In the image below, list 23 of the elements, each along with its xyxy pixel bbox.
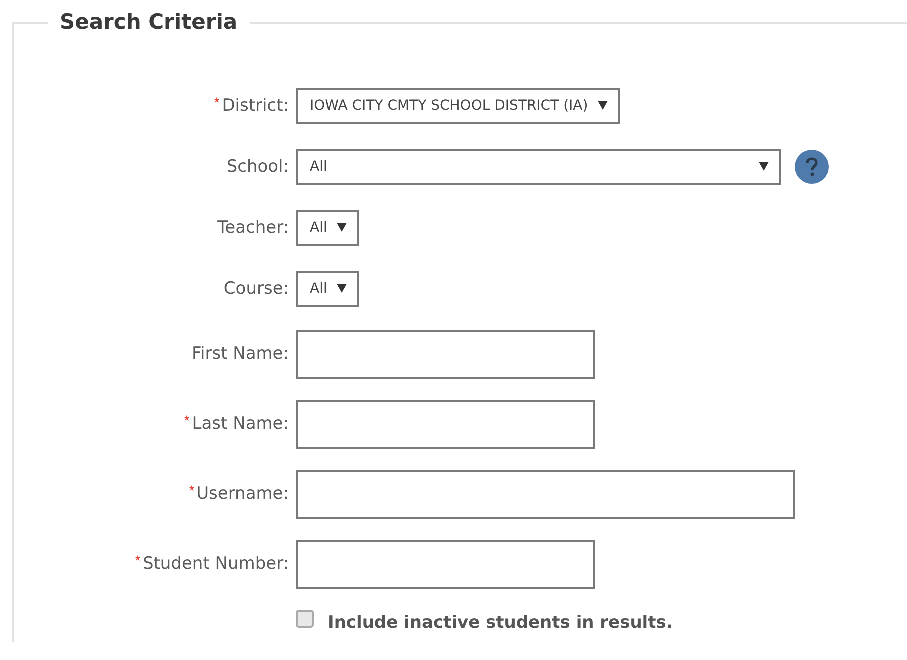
dropdown[interactable]: All <box>296 270 360 306</box>
caret-icon <box>598 101 608 110</box>
caret-icon <box>337 223 348 232</box>
field-label: Teacher: <box>218 218 289 238</box>
text-field[interactable] <box>296 470 795 518</box>
text-field[interactable] <box>296 400 595 448</box>
caret-icon <box>337 284 348 293</box>
field-label: School: <box>226 156 289 176</box>
field-label: Username: <box>196 484 289 504</box>
field-label: Course: <box>224 278 289 298</box>
checkbox[interactable] <box>296 610 314 628</box>
text-field[interactable] <box>296 330 595 378</box>
text-field[interactable] <box>296 540 595 588</box>
field-label: District: <box>222 96 289 116</box>
checkbox-label: Include inactive students in results. <box>328 613 673 633</box>
dropdown[interactable]: All <box>296 210 360 246</box>
field-label: Last Name: <box>192 414 289 434</box>
field-label: Student Number: <box>142 554 289 574</box>
caret-icon <box>759 162 769 171</box>
dropdown[interactable]: All <box>296 148 781 184</box>
help-icon[interactable] <box>795 150 829 184</box>
field-label: First Name: <box>192 344 289 364</box>
dropdown[interactable]: IOWA CITY CMTY SCHOOL DISTRICT (IA) <box>296 88 620 124</box>
